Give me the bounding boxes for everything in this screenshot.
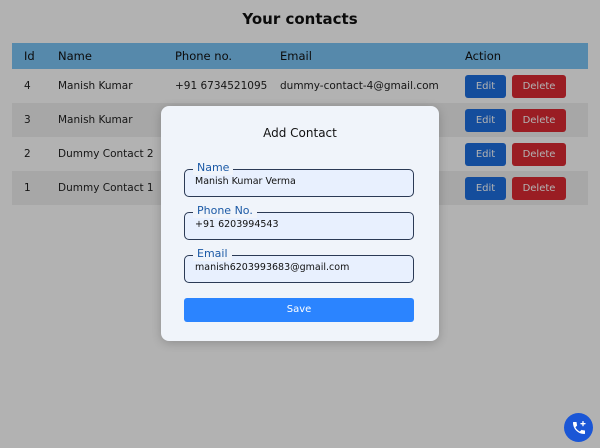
phone-input[interactable] [195,219,405,230]
email-input[interactable] [195,262,405,273]
add-contact-modal: Add Contact Name Phone No. Email Save [161,106,439,341]
phone-field-label: Phone No. [193,204,257,218]
email-field-label: Email [193,247,232,261]
phone-add-icon [572,420,586,434]
add-contact-fab[interactable] [564,413,593,442]
phone-field[interactable]: Phone No. [184,204,414,240]
save-button[interactable]: Save [184,298,414,322]
name-field[interactable]: Name [184,161,414,197]
modal-title: Add Contact [263,126,337,140]
email-field[interactable]: Email [184,247,414,283]
name-input[interactable] [195,176,405,187]
name-field-label: Name [193,161,234,175]
